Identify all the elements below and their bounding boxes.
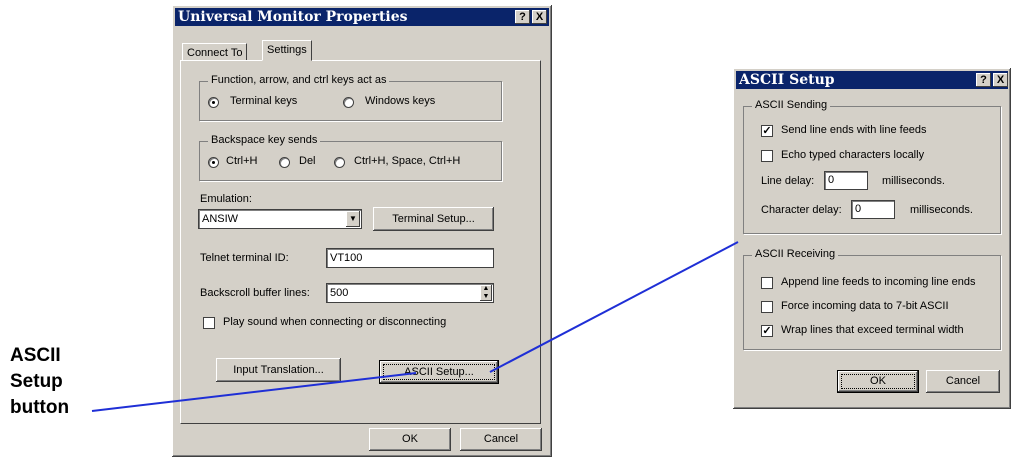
callout-line-dialog: [489, 241, 739, 373]
callout-lines: [91, 241, 739, 412]
callout-line-button: [91, 372, 417, 412]
tab-settings[interactable]: Settings: [262, 40, 312, 61]
